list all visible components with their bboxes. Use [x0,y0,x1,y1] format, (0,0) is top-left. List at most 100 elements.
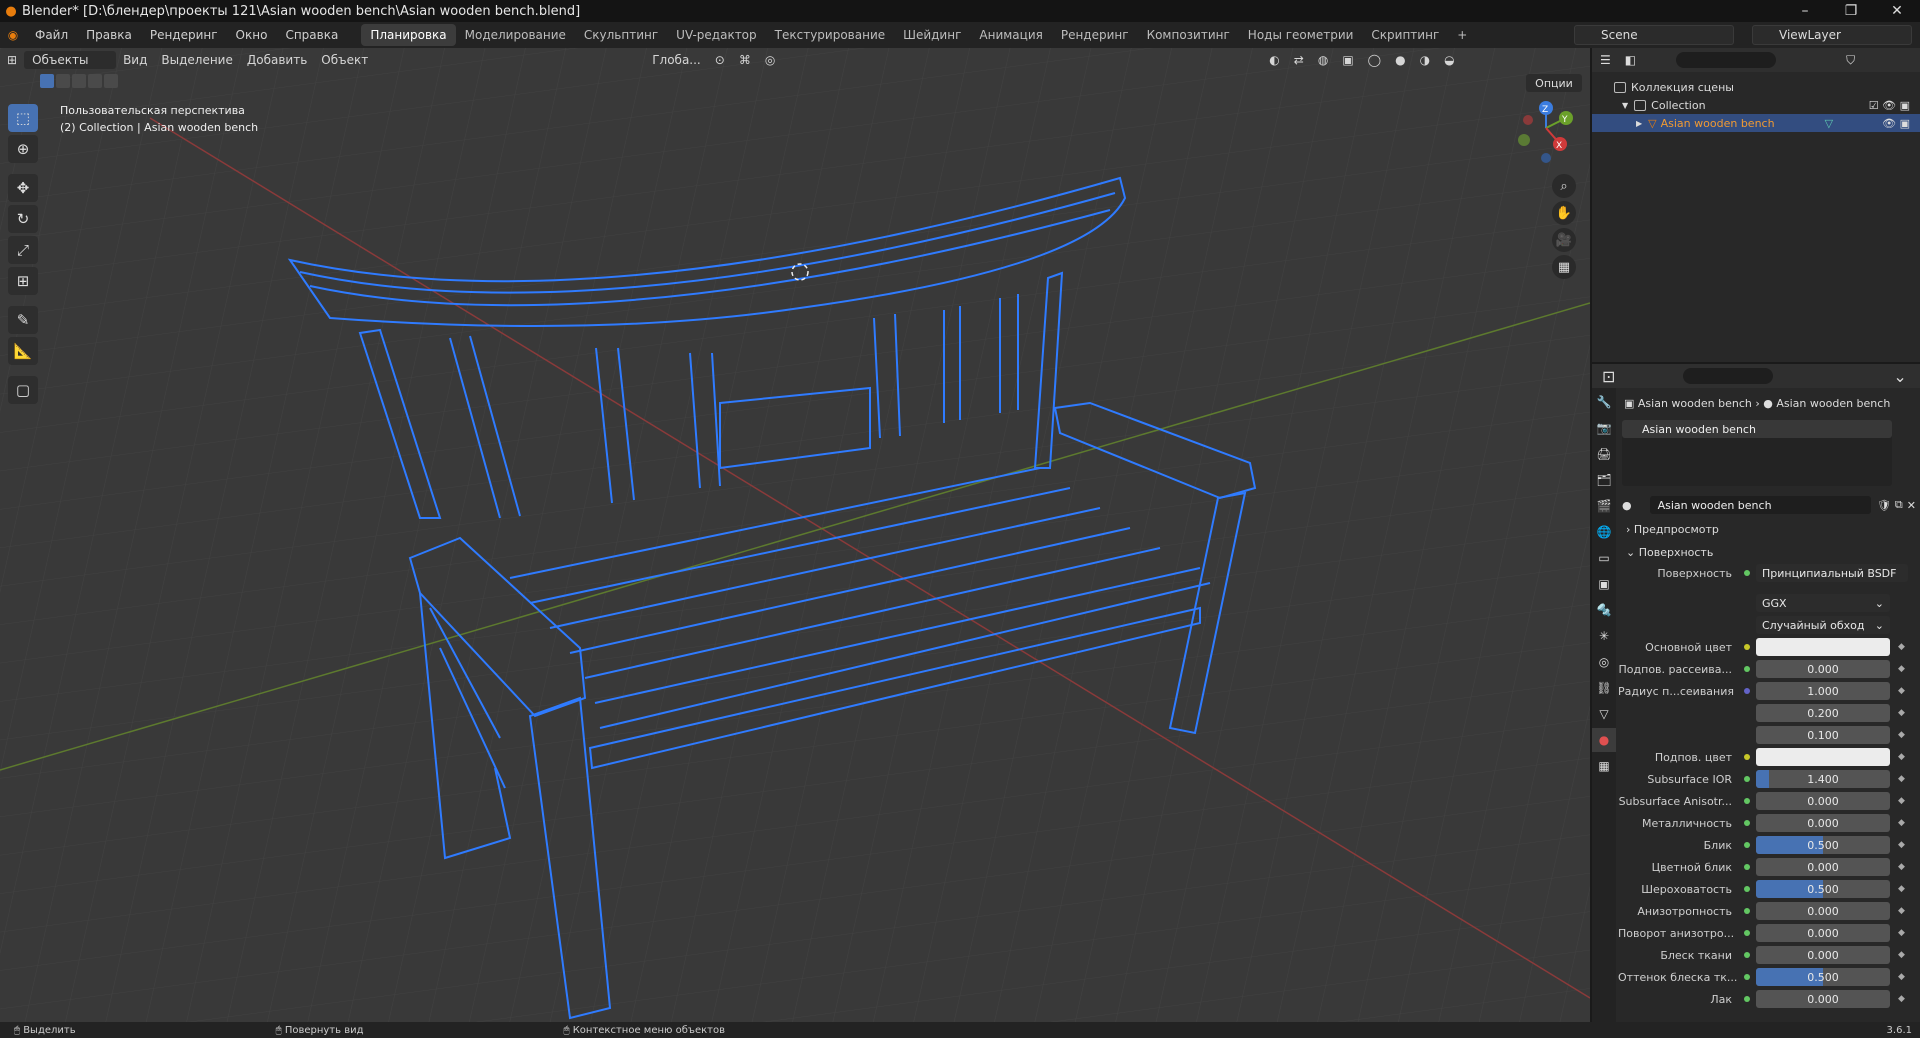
orientation-dropdown[interactable]: Глоба... [645,53,708,67]
constraints-tab-icon[interactable]: ⛓ [1592,676,1616,700]
select-intersect-icon[interactable] [104,74,118,88]
workspace-tab[interactable]: Ноды геометрии [1239,24,1363,46]
properties-search-input[interactable] [1683,368,1774,384]
viewport-menu-item[interactable]: Вид [116,53,154,67]
workspace-tab[interactable]: Композитинг [1138,24,1239,46]
viewport-menu-item[interactable]: Объект [314,53,375,67]
new-material-icon[interactable]: ⧉ [1895,498,1903,512]
rendered-shading-icon[interactable]: ◒ [1437,53,1461,67]
expand-object-icon[interactable]: ▶ [1636,119,1642,128]
gizmo-toggle-icon[interactable]: ⇄ [1287,53,1311,67]
value-slider[interactable]: 0.500 [1756,880,1890,898]
outliner-search-input[interactable] [1676,52,1777,68]
cursor-tool-icon[interactable]: ⊕ [8,135,38,163]
value-slider[interactable]: 0.000 [1756,814,1890,832]
socket-icon[interactable] [1744,776,1750,782]
select-subtract-icon[interactable] [72,74,86,88]
wireframe-shading-icon[interactable]: ◯ [1361,53,1388,67]
surface-panel-header[interactable]: ⌄ Поверхность [1618,542,1920,562]
socket-icon[interactable] [1744,930,1750,936]
value-slider[interactable]: 0.000 [1756,902,1890,920]
color-swatch[interactable] [1756,638,1890,656]
editor-type-icon[interactable]: ⊞ [0,53,24,67]
keyframe-icon[interactable]: ◆ [1898,928,1905,938]
keyframe-icon[interactable]: ◆ [1898,774,1905,784]
menu-item[interactable]: Правка [77,22,141,48]
object-toggles[interactable]: 👁 ▣ [1882,117,1910,130]
keyframe-icon[interactable]: ◆ [1898,884,1905,894]
viewport-menu-item[interactable]: Добавить [240,53,314,67]
material-slot-item[interactable]: Asian wooden bench [1622,420,1892,438]
value-slider[interactable]: 1.400 [1756,770,1890,788]
properties-options-icon[interactable]: ⌄ [1893,367,1906,386]
outliner-scene-collection[interactable]: Коллекция сцены [1592,78,1920,96]
socket-icon[interactable] [1744,908,1750,914]
select-box-tool-icon[interactable]: ⬚ [8,104,38,132]
output-tab-icon[interactable]: 🖨 [1592,442,1616,466]
keyframe-icon[interactable]: ◆ [1898,796,1905,806]
mesh-data-icon[interactable]: ▽ [1825,117,1833,130]
keyframe-icon[interactable]: ◆ [1898,840,1905,850]
workspace-tab[interactable]: Скриптинг [1362,24,1448,46]
world-tab-icon[interactable]: 🌐 [1592,520,1616,544]
xray-icon[interactable]: ▣ [1335,53,1360,67]
value-slider[interactable]: 0.000 [1756,990,1890,1008]
unlink-material-icon[interactable]: ✕ [1907,499,1916,512]
add-cube-tool-icon[interactable]: ▢ [8,376,38,404]
value-slider[interactable]: 0.200 [1756,704,1890,722]
outliner-collection[interactable]: ▼ Collection ☑ 👁 ▣ [1592,96,1920,114]
socket-icon[interactable] [1744,974,1750,980]
distribution-dropdown[interactable]: GGX ⌄ [1756,594,1890,612]
viewport-menu-item[interactable]: Выделение [154,53,239,67]
annotate-tool-icon[interactable]: ✎ [8,306,38,334]
socket-icon[interactable] [1744,842,1750,848]
keyframe-icon[interactable]: ◆ [1898,950,1905,960]
preview-panel-header[interactable]: › Предпросмотр [1618,519,1920,539]
material-slot-list[interactable]: Asian wooden bench [1622,420,1892,486]
move-tool-icon[interactable]: ✥ [8,174,38,202]
value-slider[interactable]: 1.000 [1756,682,1890,700]
keyframe-icon[interactable]: ◆ [1898,730,1905,740]
display-mode-icon[interactable]: ◧ [1625,53,1636,67]
workspace-tab[interactable]: UV-редактор [667,24,765,46]
socket-icon[interactable] [1744,886,1750,892]
camera-view-icon[interactable]: 🎥 [1552,228,1576,252]
ortho-grid-icon[interactable]: ▦ [1552,255,1576,279]
keyframe-icon[interactable]: ◆ [1898,972,1905,982]
keyframe-icon[interactable]: ◆ [1898,664,1905,674]
scene-tab-icon[interactable]: 🎬 [1592,494,1616,518]
socket-icon[interactable] [1744,864,1750,870]
menu-item[interactable]: Окно [227,22,277,48]
value-slider[interactable]: 0.000 [1756,660,1890,678]
snap-icon[interactable]: ⌘ [732,53,758,67]
render-tab-icon[interactable]: 📷 [1592,416,1616,440]
socket-icon[interactable] [1744,996,1750,1002]
socket-icon[interactable] [1744,666,1750,672]
workspace-tab[interactable]: Планировка [361,24,456,46]
overlay-icon[interactable]: ◍ [1311,53,1335,67]
socket-icon[interactable] [1744,688,1750,694]
material-shading-icon[interactable]: ◑ [1413,53,1437,67]
properties-editor-icon[interactable]: ⊡ [1602,367,1615,386]
value-slider[interactable]: 0.500 [1756,968,1890,986]
keyframe-icon[interactable]: ◆ [1898,862,1905,872]
visibility-icon[interactable]: ◐ [1262,53,1286,67]
workspace-tab[interactable]: Скульптинг [575,24,667,46]
modifier-tab-icon[interactable]: 🔩 [1592,598,1616,622]
workspace-tab[interactable]: Текстурирование [766,24,894,46]
maximize-button[interactable]: ❐ [1828,0,1874,22]
value-slider[interactable]: 0.000 [1756,946,1890,964]
keyframe-icon[interactable]: ◆ [1898,818,1905,828]
select-new-icon[interactable] [40,74,54,88]
surface-shader-dropdown[interactable]: Принципиальный BSDF [1756,564,1908,582]
pan-hand-icon[interactable]: ✋ [1552,201,1576,225]
workspace-tab[interactable]: + [1448,24,1476,46]
material-name-field[interactable]: Asian wooden bench [1649,496,1871,514]
value-slider[interactable]: 0.000 [1756,924,1890,942]
options-dropdown[interactable]: Опции [1526,74,1582,92]
socket-icon[interactable] [1744,952,1750,958]
texture-tab-icon[interactable]: ▦ [1592,754,1616,778]
socket-icon[interactable] [1744,798,1750,804]
outliner-editor-icon[interactable]: ☰ [1600,53,1611,67]
keyframe-icon[interactable]: ◆ [1898,906,1905,916]
